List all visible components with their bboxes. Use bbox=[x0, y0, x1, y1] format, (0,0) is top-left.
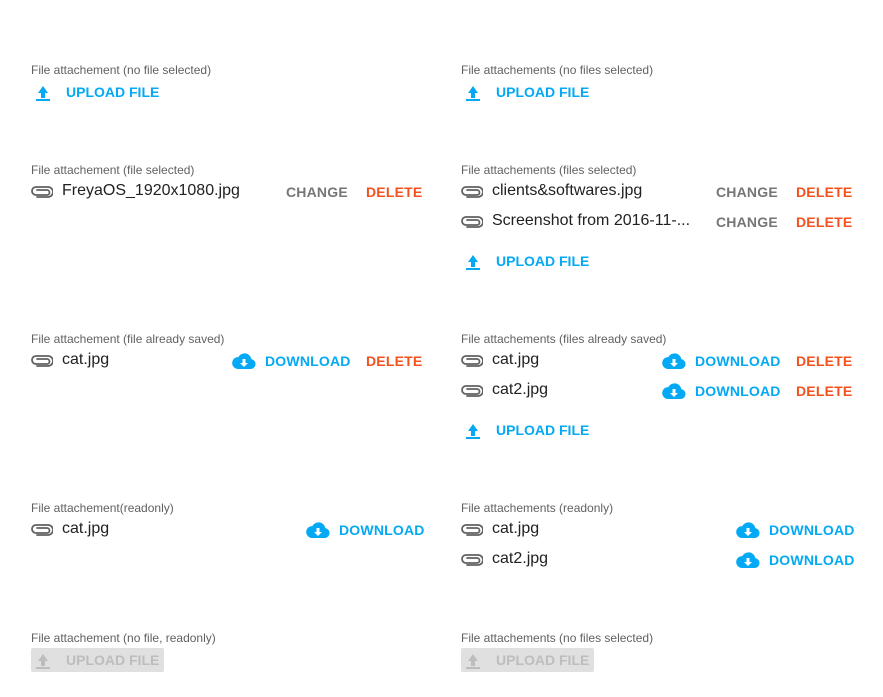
field-label: File attachement (file selected) bbox=[31, 163, 195, 177]
file-row: cat.jpg DOWNLOAD bbox=[461, 519, 854, 541]
upload-file-button[interactable]: UPLOAD FILE bbox=[461, 80, 589, 104]
download-button[interactable]: DOWNLOAD bbox=[736, 549, 855, 571]
download-button[interactable]: DOWNLOAD bbox=[306, 519, 425, 541]
upload-file-button-disabled: UPLOAD FILE bbox=[461, 648, 595, 672]
upload-file-label: UPLOAD FILE bbox=[496, 422, 590, 438]
change-button[interactable]: CHANGE bbox=[716, 211, 778, 233]
file-row: FreyaOS_1920x1080.jpg CHANGE DELETE bbox=[31, 181, 422, 203]
upload-arrow-icon bbox=[35, 83, 51, 101]
delete-button[interactable]: DELETE bbox=[796, 350, 852, 372]
file-row: cat.jpg DOWNLOAD DELETE bbox=[461, 350, 852, 372]
paperclip-icon bbox=[461, 215, 483, 229]
file-name: cat.jpg bbox=[492, 520, 540, 537]
file-name: cat2.jpg bbox=[492, 381, 549, 398]
delete-button[interactable]: DELETE bbox=[796, 380, 852, 402]
file-row: clients&softwares.jpg CHANGE DELETE bbox=[461, 181, 852, 203]
paperclip-icon bbox=[461, 553, 483, 567]
download-button[interactable]: DOWNLOAD bbox=[662, 380, 781, 402]
download-label: DOWNLOAD bbox=[769, 552, 855, 568]
upload-file-label: UPLOAD FILE bbox=[496, 652, 590, 668]
file-name: cat.jpg bbox=[62, 520, 110, 537]
paperclip-icon bbox=[461, 523, 483, 537]
delete-button[interactable]: DELETE bbox=[796, 181, 852, 203]
download-button[interactable]: DOWNLOAD bbox=[232, 350, 351, 372]
paperclip-icon bbox=[31, 354, 53, 368]
upload-file-button-disabled: UPLOAD FILE bbox=[31, 648, 165, 672]
cloud-download-icon bbox=[662, 352, 686, 370]
upload-file-button[interactable]: UPLOAD FILE bbox=[461, 418, 589, 442]
file-name: FreyaOS_1920x1080.jpg bbox=[62, 182, 240, 199]
upload-arrow-icon bbox=[465, 252, 481, 270]
delete-button[interactable]: DELETE bbox=[366, 350, 422, 372]
field-label: File attachements (files already saved) bbox=[461, 332, 667, 346]
field-label: File attachements (no files selected) bbox=[461, 631, 654, 645]
field-label: File attachements (files selected) bbox=[461, 163, 637, 177]
field-label: File attachement(readonly) bbox=[31, 501, 174, 515]
file-name: clients&softwares.jpg bbox=[492, 182, 643, 199]
upload-file-label: UPLOAD FILE bbox=[496, 84, 590, 100]
paperclip-icon bbox=[31, 523, 53, 537]
download-label: DOWNLOAD bbox=[265, 353, 351, 369]
file-row: Screenshot from 2016-11-... CHANGE DELET… bbox=[461, 211, 852, 233]
download-label: DOWNLOAD bbox=[695, 353, 781, 369]
paperclip-icon bbox=[461, 384, 483, 398]
upload-file-button[interactable]: UPLOAD FILE bbox=[461, 249, 589, 273]
file-name: cat.jpg bbox=[62, 351, 110, 368]
upload-arrow-icon bbox=[465, 421, 481, 439]
upload-file-label: UPLOAD FILE bbox=[66, 652, 160, 668]
paperclip-icon bbox=[461, 185, 483, 199]
field-label: File attachements (no files selected) bbox=[461, 63, 654, 77]
file-name: cat2.jpg bbox=[492, 550, 549, 567]
upload-file-label: UPLOAD FILE bbox=[496, 253, 590, 269]
delete-button[interactable]: DELETE bbox=[366, 181, 422, 203]
download-button[interactable]: DOWNLOAD bbox=[736, 519, 855, 541]
cloud-download-icon bbox=[736, 551, 760, 569]
download-button[interactable]: DOWNLOAD bbox=[662, 350, 781, 372]
field-label: File attachements (readonly) bbox=[461, 501, 614, 515]
file-row: cat.jpg DOWNLOAD DELETE bbox=[31, 350, 422, 372]
field-label: File attachement (file already saved) bbox=[31, 332, 225, 346]
upload-arrow-icon bbox=[465, 83, 481, 101]
change-button[interactable]: CHANGE bbox=[286, 181, 348, 203]
cloud-download-icon bbox=[232, 352, 256, 370]
change-button[interactable]: CHANGE bbox=[716, 181, 778, 203]
upload-file-button[interactable]: UPLOAD FILE bbox=[31, 80, 159, 104]
delete-button[interactable]: DELETE bbox=[796, 211, 852, 233]
file-row: cat.jpg DOWNLOAD bbox=[31, 519, 424, 541]
upload-file-label: UPLOAD FILE bbox=[66, 84, 160, 100]
download-label: DOWNLOAD bbox=[339, 522, 425, 538]
download-label: DOWNLOAD bbox=[695, 383, 781, 399]
cloud-download-icon bbox=[662, 382, 686, 400]
paperclip-icon bbox=[461, 354, 483, 368]
upload-arrow-icon bbox=[465, 651, 481, 669]
file-row: cat2.jpg DOWNLOAD DELETE bbox=[461, 380, 852, 402]
file-row: cat2.jpg DOWNLOAD bbox=[461, 549, 854, 571]
cloud-download-icon bbox=[306, 521, 330, 539]
download-label: DOWNLOAD bbox=[769, 522, 855, 538]
file-name: Screenshot from 2016-11-... bbox=[492, 212, 691, 229]
cloud-download-icon bbox=[736, 521, 760, 539]
file-name: cat.jpg bbox=[492, 351, 540, 368]
field-label: File attachement (no file selected) bbox=[31, 63, 212, 77]
upload-arrow-icon bbox=[35, 651, 51, 669]
paperclip-icon bbox=[31, 185, 53, 199]
field-label: File attachement (no file, readonly) bbox=[31, 631, 216, 645]
